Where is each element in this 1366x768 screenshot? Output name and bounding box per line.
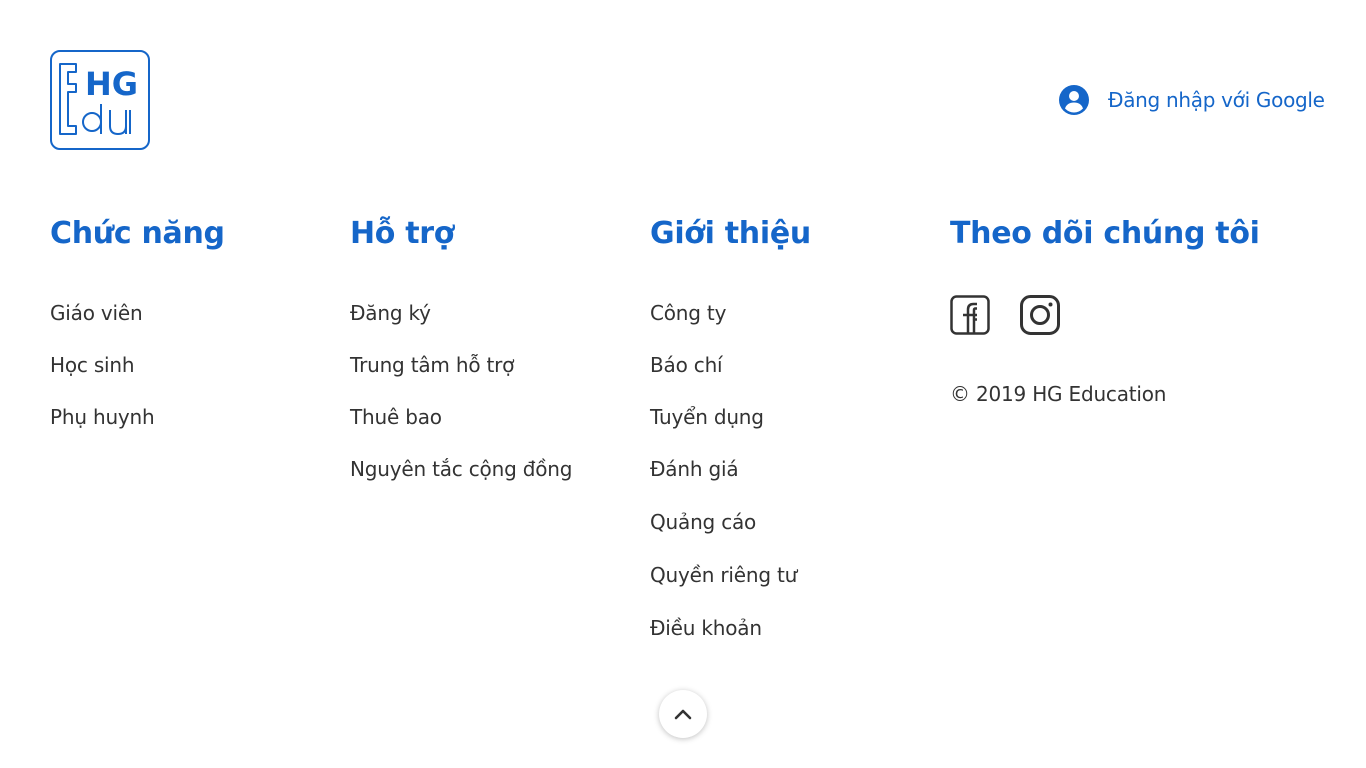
link-list: Công ty Báo chí Tuyển dụng Đánh giá Quản… [650, 298, 797, 666]
link-list: Giáo viên Học sinh Phụ huynh [50, 298, 155, 454]
footer-link-teachers[interactable]: Giáo viên [50, 298, 155, 350]
footer-link-terms[interactable]: Điều khoản [650, 613, 797, 666]
footer-link-privacy[interactable]: Quyền riêng tư [650, 560, 797, 613]
footer-link-careers[interactable]: Tuyển dụng [650, 402, 797, 454]
link-list: Đăng ký Trung tâm hỗ trợ Thuê bao Nguyên… [350, 298, 572, 506]
footer-link-company[interactable]: Công ty [650, 298, 797, 350]
footer-link-advertising[interactable]: Quảng cáo [650, 507, 797, 560]
column-title: Hỗ trợ [350, 216, 455, 251]
hg-edu-logo[interactable]: HG [50, 50, 150, 150]
footer-link-parents[interactable]: Phụ huynh [50, 402, 155, 454]
page: HG Đăng nhập với Google Chức năng Giáo v… [0, 0, 1366, 768]
login-label: Đăng nhập với Google [1108, 88, 1325, 112]
logo-text-hg: HG [85, 65, 138, 103]
footer-link-community-guidelines[interactable]: Nguyên tắc cộng đồng [350, 454, 572, 506]
back-to-top-button[interactable] [659, 690, 707, 738]
instagram-icon[interactable] [1020, 295, 1060, 335]
footer-column-support: Hỗ trợ Đăng ký Trung tâm hỗ trợ Thuê bao… [350, 210, 572, 481]
column-title: Theo dõi chúng tôi [950, 216, 1260, 251]
social-links [950, 295, 1060, 335]
user-circle-icon [1059, 85, 1089, 115]
facebook-icon[interactable] [950, 295, 990, 335]
chevron-up-icon [674, 709, 692, 720]
footer-link-help-center[interactable]: Trung tâm hỗ trợ [350, 350, 572, 402]
footer-column-about: Giới thiệu Công ty Báo chí Tuyển dụng Đá… [650, 210, 811, 640]
column-title: Chức năng [50, 216, 225, 251]
footer-link-press[interactable]: Báo chí [650, 350, 797, 402]
column-title: Giới thiệu [650, 216, 811, 251]
footer-link-subscription[interactable]: Thuê bao [350, 402, 572, 454]
footer-link-students[interactable]: Học sinh [50, 350, 155, 402]
footer-column-follow-us: Theo dõi chúng tôi © 2019 HG Education [950, 210, 1260, 406]
footer-column-features: Chức năng Giáo viên Học sinh Phụ huynh [50, 210, 225, 429]
copyright-text: © 2019 HG Education [950, 382, 1167, 406]
footer-link-register[interactable]: Đăng ký [350, 298, 572, 350]
login-with-google-button[interactable]: Đăng nhập với Google [1058, 83, 1325, 117]
footer-link-reviews[interactable]: Đánh giá [650, 454, 797, 507]
